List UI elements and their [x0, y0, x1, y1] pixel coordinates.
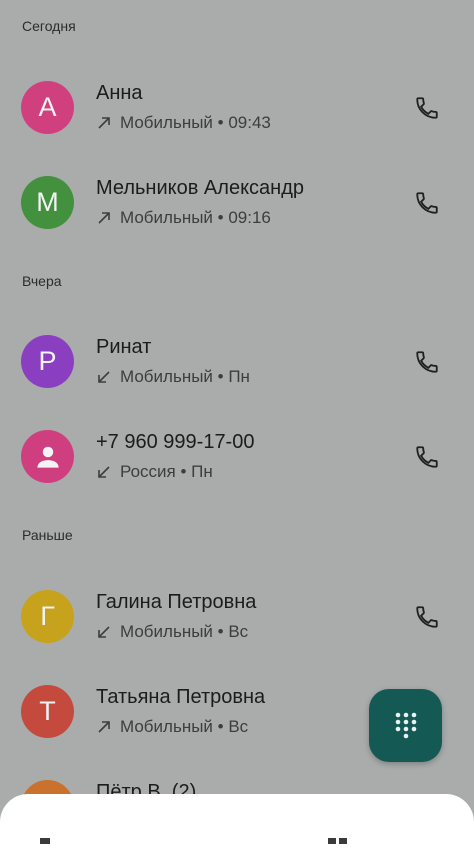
call-details: Мобильный • Вс [96, 717, 248, 737]
incoming-call-arrow-icon [98, 371, 110, 383]
avatar[interactable]: Т [21, 685, 74, 738]
avatar[interactable]: А [21, 81, 74, 134]
outgoing-call-arrow-icon [98, 212, 110, 224]
call-details: Мобильный • Пн [96, 367, 250, 387]
outgoing-call-arrow-icon [98, 721, 110, 733]
call-meta-text: Мобильный • Пн [120, 367, 250, 386]
call-button[interactable] [410, 186, 444, 220]
call-details: Мобильный • 09:16 [96, 208, 271, 228]
call-log-item[interactable]: +7 960 999-17-00 Россия • Пн [0, 406, 474, 500]
contact-name: Ринат [96, 336, 152, 358]
contact-name: Анна [96, 82, 143, 104]
sheet-text-fragment [328, 838, 347, 844]
person-icon [36, 446, 59, 468]
avatar[interactable]: М [21, 176, 74, 229]
call-meta-text: Мобильный • Вс [120, 622, 249, 641]
call-button[interactable] [410, 600, 444, 634]
call-log-item[interactable]: М Мельников Александр Мобильный • 09:16 [0, 152, 474, 246]
incoming-call-arrow-icon [98, 466, 110, 478]
phone-icon [416, 97, 438, 119]
sheet-title-fragment [40, 838, 50, 844]
call-meta-text: Мобильный • 09:43 [120, 113, 271, 132]
call-meta-text: Мобильный • Вс [120, 717, 249, 736]
phone-icon [416, 606, 438, 628]
contact-name: Татьяна Петровна [96, 686, 266, 708]
call-details: Мобильный • Вс [96, 622, 248, 642]
call-details: Мобильный • 09:43 [96, 113, 271, 133]
dialpad-button[interactable] [369, 689, 442, 762]
section-today: Сегодня [22, 18, 76, 34]
call-meta-text: Россия • Пн [120, 462, 213, 481]
phone-icon [416, 446, 438, 468]
call-meta-text: Мобильный • 09:16 [120, 208, 271, 227]
avatar[interactable] [21, 430, 74, 483]
section-yesterday: Вчера [22, 273, 62, 289]
phone-number: +7 960 999-17-00 [96, 431, 255, 453]
dialpad-icon [395, 712, 416, 738]
call-log-item[interactable]: Г Галина Петровна Мобильный • Вс [0, 566, 474, 660]
bottom-sheet[interactable] [0, 794, 474, 854]
incoming-call-arrow-icon [98, 626, 110, 638]
call-button[interactable] [410, 345, 444, 379]
call-details: Россия • Пн [96, 462, 213, 482]
call-log-item[interactable]: Р Ринат Мобильный • Пн [0, 311, 474, 405]
avatar[interactable]: Г [21, 590, 74, 643]
avatar[interactable]: Р [21, 335, 74, 388]
contact-name: Галина Петровна [96, 591, 257, 613]
call-log-item[interactable]: А Анна Мобильный • 09:43 [0, 57, 474, 151]
outgoing-call-arrow-icon [98, 117, 110, 129]
phone-icon [416, 351, 438, 373]
contact-name: Мельников Александр [96, 177, 304, 199]
section-earlier: Раньше [22, 527, 73, 543]
call-button[interactable] [410, 91, 444, 125]
phone-icon [416, 192, 438, 214]
call-button[interactable] [410, 440, 444, 474]
